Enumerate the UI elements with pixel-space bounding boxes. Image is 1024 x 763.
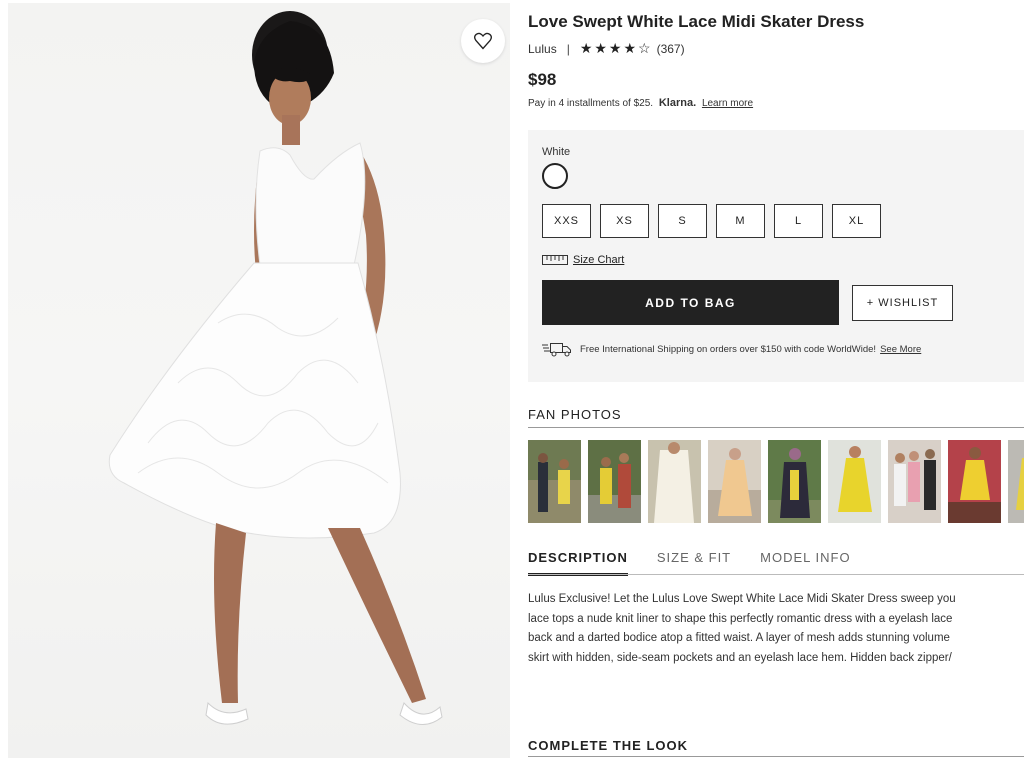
product-price: $98	[528, 70, 557, 89]
ruler-icon	[542, 255, 568, 265]
color-label: White	[542, 146, 571, 158]
size-chart-label: Size Chart	[573, 254, 625, 266]
tab-size-fit[interactable]: SIZE & FIT	[657, 550, 731, 576]
size-option-xs[interactable]: XS	[600, 204, 649, 238]
fan-photos-heading: FAN PHOTOS	[528, 407, 622, 422]
fan-photo-thumbnail[interactable]	[888, 440, 941, 523]
description-line: lace tops a nude knit liner to shape thi…	[528, 612, 953, 625]
size-option-xl[interactable]: XL	[832, 204, 881, 238]
fan-photo-thumbnail[interactable]	[1008, 440, 1024, 523]
product-details: Love Swept White Lace Midi Skater Dress …	[528, 0, 1024, 763]
complete-the-look-divider	[528, 756, 1024, 757]
size-option-s[interactable]: S	[658, 204, 707, 238]
fan-photo-thumbnail[interactable]	[948, 440, 1001, 523]
size-option-l[interactable]: L	[774, 204, 823, 238]
size-option-xxs[interactable]: XXS	[542, 204, 591, 238]
shipping-text: Free International Shipping on orders ov…	[580, 343, 877, 355]
product-description: Lulus Exclusive! Let the Lulus Love Swep…	[528, 590, 1024, 668]
model-in-dress-illustration	[108, 11, 443, 725]
size-option-m[interactable]: M	[716, 204, 765, 238]
fan-photo-thumbnail[interactable]	[828, 440, 881, 523]
fan-photos-divider	[528, 427, 1024, 428]
brand-link[interactable]: Lulus	[528, 42, 557, 56]
meta-divider: |	[566, 41, 570, 56]
description-line: skirt with hidden, side-seam pockets and…	[528, 651, 952, 664]
shipping-notice: Free International Shipping on orders ov…	[542, 341, 921, 357]
fan-photo-thumbnail[interactable]	[648, 440, 701, 523]
installment-text: Pay in 4 installments of $25.	[528, 98, 654, 109]
description-line: Lulus Exclusive! Let the Lulus Love Swep…	[528, 593, 956, 605]
klarna-installments: Pay in 4 installments of $25. Klarna. Le…	[528, 97, 753, 109]
product-title: Love Swept White Lace Midi Skater Dress	[528, 12, 865, 31]
delivery-truck-icon	[542, 343, 571, 357]
fan-photos-carousel	[528, 440, 1024, 523]
fan-photo-thumbnail[interactable]	[528, 440, 581, 523]
learn-more-link[interactable]: Learn more	[702, 98, 753, 109]
tabs-divider	[528, 574, 1024, 575]
size-selector: XXS XS S M L XL	[542, 204, 890, 238]
review-count[interactable]: (367)	[657, 42, 685, 56]
product-meta: Lulus | ★★★★☆ (367)	[528, 40, 685, 57]
heart-outline-icon	[474, 32, 492, 50]
fan-photo-thumbnail[interactable]	[768, 440, 821, 523]
wishlist-button[interactable]: + WISHLIST	[852, 285, 953, 321]
see-more-link[interactable]: See More	[880, 344, 921, 355]
fan-photo-thumbnail[interactable]	[708, 440, 761, 523]
fan-photo-thumbnail[interactable]	[588, 440, 641, 523]
complete-the-look-heading: COMPLETE THE LOOK	[528, 738, 688, 753]
add-to-bag-button[interactable]: ADD TO BAG	[542, 280, 839, 325]
star-rating[interactable]: ★★★★☆	[580, 40, 653, 57]
tab-model-info[interactable]: MODEL INFO	[760, 550, 850, 576]
description-line: back and a darted bodice atop a fitted w…	[528, 632, 950, 644]
klarna-logo: Klarna.	[658, 97, 697, 109]
tab-description[interactable]: DESCRIPTION	[528, 550, 628, 576]
size-chart-link[interactable]: Size Chart	[542, 254, 624, 266]
product-info-tabs: DESCRIPTION SIZE & FIT MODEL INFO	[528, 550, 880, 576]
product-photo[interactable]	[8, 3, 510, 758]
purchase-options-panel: White XXS XS S M L XL Size Chart ADD TO …	[528, 130, 1024, 382]
favorite-button[interactable]	[461, 19, 505, 63]
color-swatch-white[interactable]	[542, 163, 568, 189]
